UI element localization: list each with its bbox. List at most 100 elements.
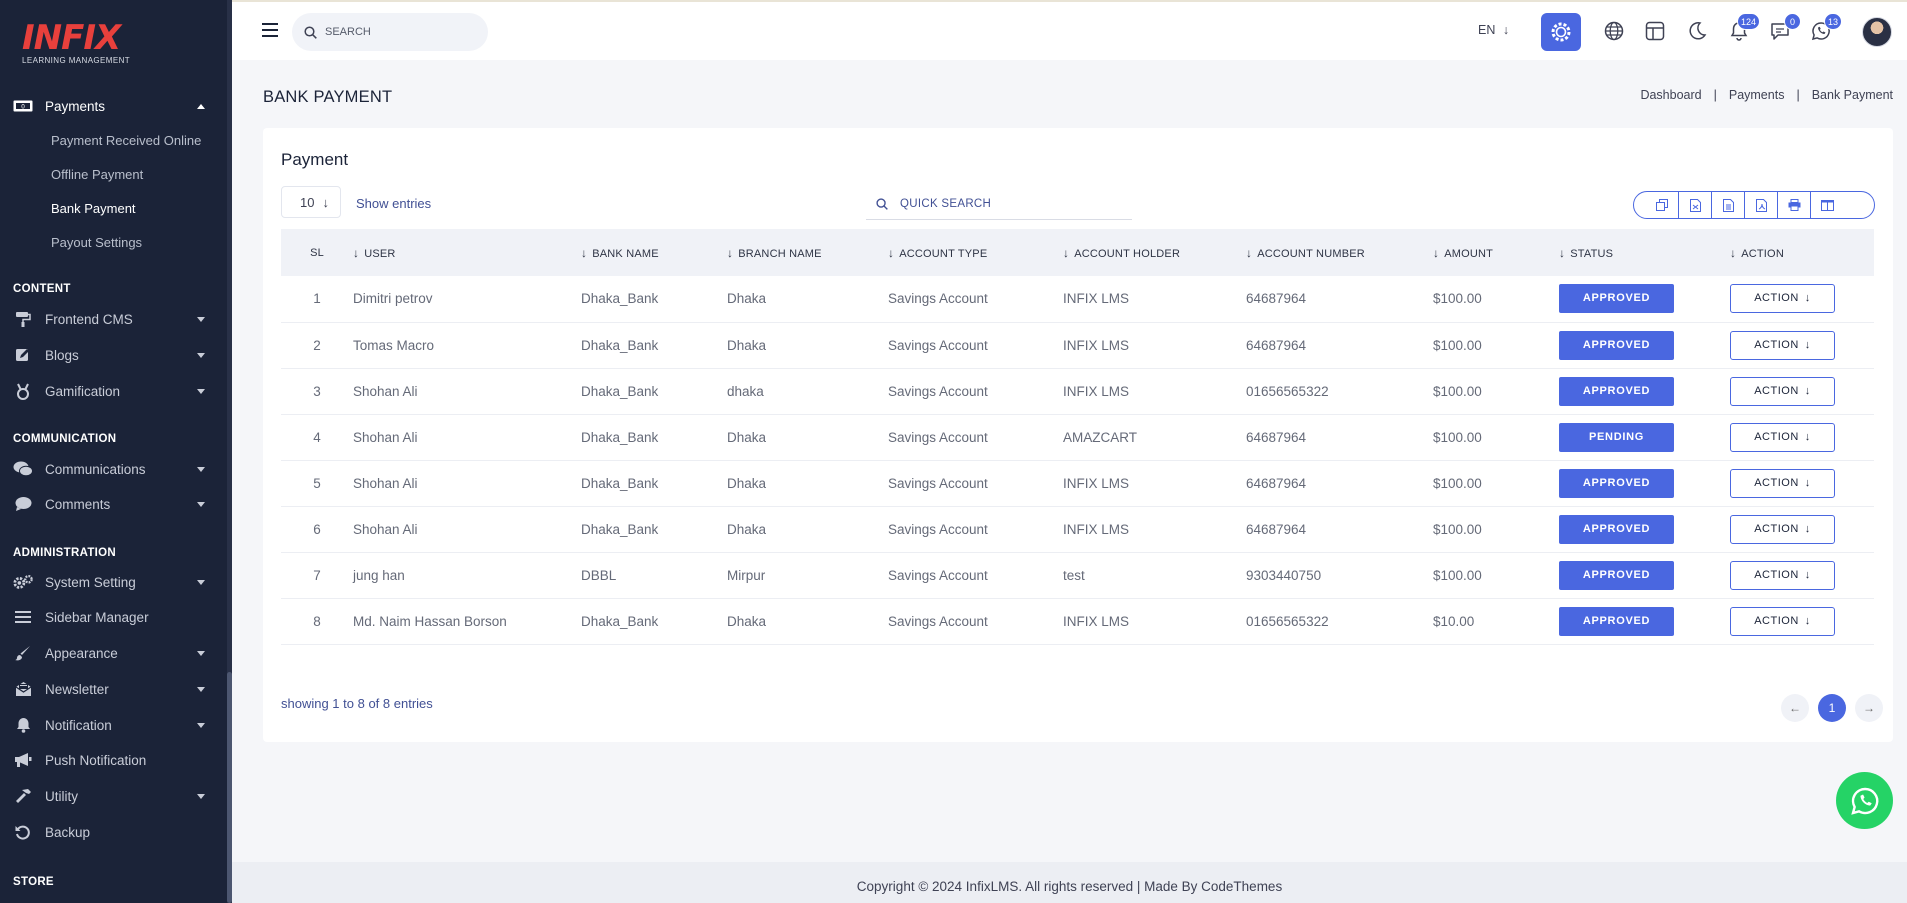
- sidebar-item-payments[interactable]: 0 Payments: [0, 92, 227, 120]
- next-page-button[interactable]: →: [1855, 694, 1883, 722]
- action-dropdown-button[interactable]: ACTION ↓: [1730, 468, 1835, 498]
- prev-page-button[interactable]: ←: [1781, 694, 1809, 722]
- sidebar-item-notification[interactable]: Notification: [0, 711, 227, 739]
- cell-status: APPROVED: [1559, 368, 1730, 414]
- arrow-right-icon: →: [1863, 701, 1875, 715]
- sidebar-item-label: Backup: [45, 824, 91, 840]
- column-header-bank-name[interactable]: ↓ BANK NAME: [581, 229, 727, 276]
- sort-arrow-icon: ↓: [1433, 245, 1440, 260]
- cell-branch: Dhaka: [727, 521, 767, 537]
- avatar[interactable]: [1862, 17, 1892, 47]
- hammer-icon: [13, 788, 33, 804]
- medal-icon: [13, 383, 33, 400]
- cell-number: 64687964: [1246, 291, 1307, 307]
- section-content: CONTENT: [13, 283, 71, 295]
- column-visibility-button[interactable]: [1811, 192, 1844, 218]
- sidebar-item-appearance[interactable]: Appearance: [0, 639, 227, 667]
- column-header-amount[interactable]: ↓ AMOUNT: [1433, 229, 1559, 276]
- export-csv-button[interactable]: [1712, 192, 1745, 218]
- cell-holder: INFIX LMS: [1063, 383, 1130, 399]
- notifications-button[interactable]: 124: [1726, 13, 1760, 44]
- sidebar-item-backup[interactable]: Backup: [0, 818, 227, 846]
- copy-button[interactable]: [1646, 192, 1679, 218]
- action-dropdown-button[interactable]: ACTION ↓: [1730, 422, 1835, 452]
- quick-search[interactable]: [866, 188, 1132, 220]
- export-pdf-button[interactable]: [1745, 192, 1778, 218]
- sidebar-item-frontend-cms[interactable]: Frontend CMS: [0, 305, 227, 333]
- chevron-down-icon: [197, 467, 205, 472]
- messages-button[interactable]: 0: [1767, 13, 1801, 44]
- action-label: ACTION: [1754, 476, 1799, 489]
- action-dropdown-button[interactable]: ACTION ↓: [1730, 560, 1835, 590]
- cell-action: ACTION ↓: [1730, 322, 1874, 368]
- table-row: 3 Shohan Ali Dhaka_Bank dhaka Savings Accoun…: [281, 368, 1874, 414]
- arrow-down-icon: ↓: [1804, 292, 1811, 305]
- chevron-down-icon: [197, 651, 205, 656]
- whatsapp-float-button[interactable]: [1836, 772, 1893, 829]
- cell-sl: 7: [313, 567, 321, 583]
- cell-user: Shohan Ali: [353, 475, 418, 491]
- sidebar-item-sidebar-manager[interactable]: Sidebar Manager: [0, 603, 227, 631]
- action-dropdown-button[interactable]: ACTION ↓: [1730, 376, 1835, 406]
- sidebar-subitem-payment-received-online[interactable]: Payment Received Online: [51, 133, 201, 148]
- globe-button[interactable]: [1601, 18, 1627, 44]
- export-excel-button[interactable]: [1679, 192, 1712, 218]
- sidebar-item-push-notification[interactable]: Push Notification: [0, 746, 227, 774]
- column-header-label: STATUS: [1570, 247, 1614, 260]
- entries-per-page-select[interactable]: 10 ↓: [281, 186, 341, 218]
- sidebar-item-label: Payments: [45, 98, 106, 114]
- cell-amount: $100.00: [1433, 567, 1482, 583]
- sidebar-item-gamification[interactable]: Gamification: [0, 377, 227, 405]
- menu-toggle-icon[interactable]: [262, 23, 278, 37]
- sidebar-scrollbar[interactable]: [227, 0, 232, 903]
- bell-icon: [13, 717, 33, 733]
- table-row: 4 Shohan Ali Dhaka_Bank Dhaka Savings Accoun…: [281, 414, 1874, 460]
- cell-type: Savings Account: [888, 613, 988, 629]
- settings-button[interactable]: [1541, 13, 1581, 51]
- sidebar-item-blogs[interactable]: Blogs: [0, 341, 227, 369]
- section-communication: COMMUNICATION: [13, 433, 117, 445]
- column-header-action[interactable]: ↓ ACTION: [1730, 229, 1874, 276]
- layout-button[interactable]: [1642, 18, 1668, 44]
- cell-amount: $100.00: [1433, 291, 1482, 307]
- column-header-account-type[interactable]: ↓ ACCOUNT TYPE: [888, 229, 1063, 276]
- action-dropdown-button[interactable]: ACTION ↓: [1730, 606, 1835, 636]
- column-header-branch-name[interactable]: ↓ BRANCH NAME: [727, 229, 888, 276]
- action-dropdown-button[interactable]: ACTION ↓: [1730, 514, 1835, 544]
- sidebar-subitem-payout-settings[interactable]: Payout Settings: [51, 235, 142, 250]
- language-selector[interactable]: EN ↓: [1478, 23, 1509, 37]
- status-badge: PENDING: [1559, 422, 1674, 452]
- moon-icon: [1689, 22, 1707, 40]
- svg-text:0: 0: [21, 104, 25, 111]
- column-header-status[interactable]: ↓ STATUS: [1559, 229, 1730, 276]
- breadcrumb-bank-payment: Bank Payment: [1811, 88, 1893, 102]
- sidebar-item-system-setting[interactable]: System Setting: [0, 568, 227, 596]
- dark-mode-button[interactable]: [1684, 18, 1710, 44]
- sidebar-item-comments[interactable]: Comments: [0, 490, 227, 518]
- breadcrumb-dashboard[interactable]: Dashboard: [1640, 88, 1701, 102]
- breadcrumb-payments[interactable]: Payments: [1729, 88, 1785, 102]
- global-search[interactable]: [292, 13, 488, 51]
- quick-search-input[interactable]: [900, 197, 1100, 210]
- cell-holder: INFIX LMS: [1063, 613, 1130, 629]
- search-input[interactable]: [325, 26, 475, 38]
- column-header-account-number[interactable]: ↓ ACCOUNT NUMBER: [1246, 229, 1433, 276]
- action-dropdown-button[interactable]: ACTION ↓: [1730, 330, 1835, 360]
- column-header-account-holder[interactable]: ↓ ACCOUNT HOLDER: [1063, 229, 1246, 276]
- cell-action: ACTION ↓: [1730, 506, 1874, 552]
- chat-count-badge: 13: [1823, 13, 1842, 30]
- print-button[interactable]: [1778, 192, 1811, 218]
- app-logo[interactable]: INFIX LEARNING MANAGEMENT: [22, 20, 130, 65]
- sidebar-item-newsletter[interactable]: Newsletter: [0, 675, 227, 703]
- action-dropdown-button[interactable]: ACTION ↓: [1730, 284, 1835, 314]
- column-header-user[interactable]: ↓ USER: [353, 229, 581, 276]
- page-button-current[interactable]: 1: [1818, 694, 1846, 722]
- sidebar-item-communications[interactable]: Communications: [0, 455, 227, 483]
- section-store: STORE: [13, 876, 54, 888]
- sidebar-item-utility[interactable]: Utility: [0, 782, 227, 810]
- action-label: ACTION: [1754, 384, 1799, 397]
- sidebar-subitem-bank-payment[interactable]: Bank Payment: [51, 201, 136, 216]
- whatsapp-chat-button[interactable]: 13: [1808, 13, 1842, 44]
- language-label: EN: [1478, 23, 1496, 37]
- sidebar-subitem-offline-payment[interactable]: Offline Payment: [51, 167, 143, 182]
